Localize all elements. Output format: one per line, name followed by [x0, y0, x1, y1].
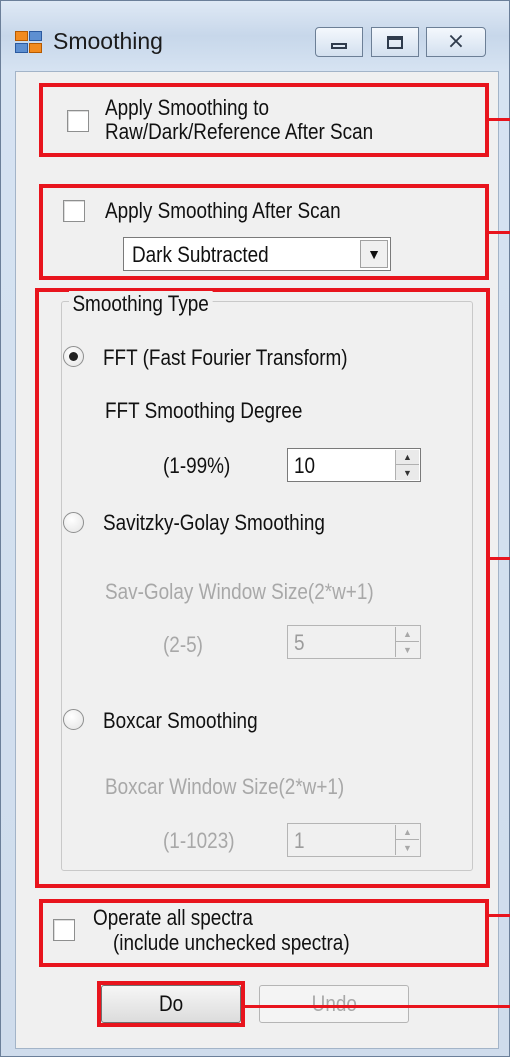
- boxcar-radio[interactable]: [63, 709, 84, 730]
- stepper-value: 10: [294, 453, 316, 478]
- operate-all-checkbox[interactable]: [53, 919, 75, 941]
- stepper-up-icon[interactable]: ▲: [396, 825, 419, 840]
- app-icon: [15, 31, 43, 55]
- maximize-icon: [387, 35, 403, 49]
- window-title: Smoothing: [53, 28, 163, 54]
- maximize-button[interactable]: [371, 27, 419, 57]
- operate-all-label-line2: (include unchecked spectra): [113, 930, 350, 955]
- smoothing-window: Smoothing ⨯ Apply Smoothing to Raw/Dark/…: [0, 0, 510, 1057]
- boxcar-range-label: (1-1023): [163, 828, 235, 853]
- operate-all-label-line1: Operate all spectra: [93, 905, 253, 930]
- stepper-down-icon[interactable]: ▼: [396, 840, 419, 855]
- close-icon: ⨯: [446, 29, 466, 54]
- boxcar-window-stepper[interactable]: 1 ▲ ▼: [287, 823, 421, 857]
- highlight-connector: [245, 1005, 510, 1008]
- stepper-up-icon[interactable]: ▲: [396, 450, 419, 465]
- savgol-window-label: Sav-Golay Window Size(2*w+1): [105, 579, 374, 604]
- highlight-connector: [490, 557, 510, 560]
- savgol-radio[interactable]: [63, 512, 84, 533]
- stepper-value: 5: [294, 630, 305, 655]
- close-button[interactable]: ⨯: [426, 27, 486, 57]
- stepper-down-icon[interactable]: ▼: [396, 465, 419, 480]
- stepper-value: 1: [294, 828, 305, 853]
- apply-after-label: Apply Smoothing After Scan: [105, 198, 341, 223]
- apply-raw-checkbox[interactable]: [67, 110, 89, 132]
- undo-button[interactable]: Undo: [259, 985, 409, 1023]
- highlight-do-button: [97, 981, 245, 1027]
- fft-range-label: (1-99%): [163, 453, 231, 478]
- apply-after-checkbox[interactable]: [63, 200, 85, 222]
- highlight-connector: [489, 231, 510, 234]
- savgol-range-label: (2-5): [163, 632, 203, 657]
- savgol-window-stepper[interactable]: 5 ▲ ▼: [287, 625, 421, 659]
- undo-button-label: Undo: [311, 991, 357, 1016]
- minimize-icon: [331, 43, 347, 49]
- group-title: Smoothing Type: [69, 291, 213, 317]
- stepper-down-icon[interactable]: ▼: [396, 642, 419, 657]
- fft-label: FFT (Fast Fourier Transform): [103, 345, 348, 370]
- dropdown-value: Dark Subtracted: [132, 242, 269, 267]
- fft-degree-label: FFT Smoothing Degree: [105, 398, 303, 423]
- minimize-button[interactable]: [315, 27, 363, 57]
- fft-degree-stepper[interactable]: 10 ▲ ▼: [287, 448, 421, 482]
- savgol-label: Savitzky-Golay Smoothing: [103, 510, 325, 535]
- highlight-connector: [489, 118, 510, 121]
- stepper-up-icon[interactable]: ▲: [396, 627, 419, 642]
- chevron-down-icon[interactable]: ▼: [360, 240, 388, 268]
- fft-radio[interactable]: [63, 346, 84, 367]
- apply-raw-label-line1: Apply Smoothing to: [105, 95, 270, 120]
- apply-raw-label-line2: Raw/Dark/Reference After Scan: [105, 119, 374, 144]
- boxcar-label: Boxcar Smoothing: [103, 708, 258, 733]
- radio-selected-dot: [69, 352, 78, 361]
- spectrum-type-dropdown[interactable]: Dark Subtracted ▼: [123, 237, 391, 271]
- highlight-connector: [489, 914, 510, 917]
- boxcar-window-label: Boxcar Window Size(2*w+1): [105, 774, 345, 799]
